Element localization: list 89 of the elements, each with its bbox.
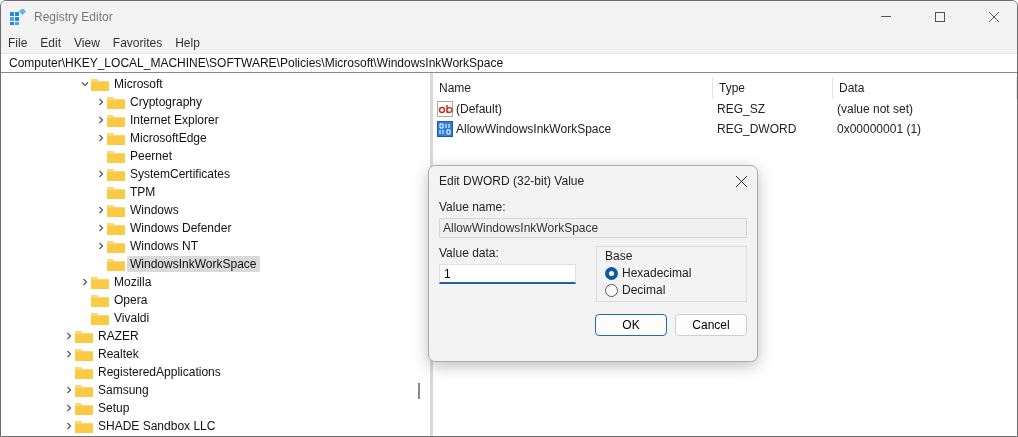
- binary-value-icon: [437, 121, 453, 137]
- radio-button[interactable]: [605, 266, 618, 280]
- close-icon[interactable]: [989, 11, 999, 22]
- address-bar[interactable]: Computer\HKEY_LOCAL_MACHINE\SOFTWARE\Policies\Microsoft\WindowsInkWorkSpace: [1, 53, 1017, 73]
- close-icon[interactable]: [736, 175, 747, 187]
- folder-icon: [107, 185, 125, 199]
- folder-icon: [107, 113, 125, 127]
- chevron-right-icon[interactable]: [65, 332, 73, 340]
- tree-item[interactable]: Windows Defender: [127, 220, 235, 236]
- value-data-field[interactable]: 1: [439, 264, 576, 284]
- menu-item[interactable]: File: [8, 35, 28, 50]
- folder-icon: [91, 275, 109, 289]
- menu-item[interactable]: Favorites: [112, 35, 163, 50]
- column-header[interactable]: Type: [719, 81, 745, 95]
- tree-item[interactable]: TPM: [127, 184, 159, 200]
- radio-label[interactable]: Decimal: [622, 283, 666, 297]
- menu-item[interactable]: View: [74, 35, 100, 50]
- column-header[interactable]: Name: [439, 81, 471, 95]
- group-label: Base: [605, 249, 634, 263]
- tree-item[interactable]: Windows NT: [127, 238, 201, 254]
- dialog-button[interactable]: OK: [595, 314, 667, 336]
- tree-item[interactable]: SystemCertificates: [127, 166, 234, 182]
- scrollbar-thumb[interactable]: [418, 383, 420, 399]
- tree-item[interactable]: Internet Explorer: [127, 112, 222, 128]
- tree-item[interactable]: WindowsInkWorkSpace: [127, 256, 260, 272]
- chevron-right-icon[interactable]: [65, 386, 73, 394]
- chevron-right-icon[interactable]: [97, 98, 105, 106]
- tree-item[interactable]: Vivaldi: [111, 310, 153, 326]
- radio-button[interactable]: [605, 283, 618, 297]
- dialog-button[interactable]: Cancel: [675, 314, 747, 336]
- folder-icon: [91, 293, 109, 307]
- folder-icon: [107, 167, 125, 181]
- chevron-right-icon[interactable]: [81, 278, 89, 286]
- value-type: REG_SZ: [717, 102, 765, 116]
- folder-icon: [91, 77, 109, 91]
- chevron-right-icon[interactable]: [97, 242, 105, 250]
- string-value-icon: [437, 101, 453, 117]
- tree-item[interactable]: Realtek: [95, 346, 142, 362]
- folder-icon: [107, 221, 125, 235]
- value-type: REG_DWORD: [717, 122, 797, 136]
- folder-icon: [91, 311, 109, 325]
- tree-item[interactable]: Peernet: [127, 148, 176, 164]
- tree-item[interactable]: MicrosoftEdge: [127, 130, 210, 146]
- folder-icon: [75, 383, 93, 397]
- tree-item[interactable]: Mozilla: [111, 274, 155, 290]
- chevron-right-icon[interactable]: [97, 224, 105, 232]
- value-data: 0x00000001 (1): [837, 122, 922, 136]
- dialog-title: Edit DWORD (32-bit) Value: [439, 174, 585, 188]
- value-name: (Default): [456, 102, 502, 116]
- value-data: (value not set): [837, 102, 914, 116]
- menu-item[interactable]: Edit: [40, 35, 62, 50]
- folder-icon: [107, 239, 125, 253]
- tree-item[interactable]: RegisteredApplications: [95, 364, 224, 380]
- field-label: Value data:: [439, 246, 500, 260]
- app-icon: [10, 8, 26, 25]
- menu-item[interactable]: Help: [175, 35, 200, 50]
- folder-icon: [75, 365, 93, 379]
- chevron-right-icon[interactable]: [65, 422, 73, 430]
- folder-icon: [107, 257, 125, 271]
- radio-label[interactable]: Hexadecimal: [622, 266, 692, 280]
- tree-item[interactable]: Cryptography: [127, 94, 206, 110]
- tree-item[interactable]: SHADE Sandbox LLC: [95, 418, 219, 434]
- tree-item[interactable]: Opera: [111, 292, 151, 308]
- maximize-icon[interactable]: [935, 11, 945, 22]
- chevron-right-icon[interactable]: [97, 134, 105, 142]
- folder-icon: [75, 419, 93, 433]
- value-name-field: AllowWindowsInkWorkSpace: [439, 218, 747, 238]
- folder-icon: [75, 347, 93, 361]
- tree-item[interactable]: Samsung: [95, 382, 152, 398]
- folder-icon: [107, 203, 125, 217]
- chevron-down-icon[interactable]: [81, 80, 89, 88]
- chevron-right-icon[interactable]: [97, 170, 105, 178]
- chevron-right-icon[interactable]: [97, 206, 105, 214]
- tree-item[interactable]: Microsoft: [111, 76, 166, 92]
- column-header[interactable]: Data: [839, 81, 865, 95]
- chevron-right-icon[interactable]: [97, 116, 105, 124]
- tree-item[interactable]: Windows: [127, 202, 182, 218]
- tree-item[interactable]: RAZER: [95, 328, 142, 344]
- folder-icon: [107, 95, 125, 109]
- folder-icon: [75, 329, 93, 343]
- value-name: AllowWindowsInkWorkSpace: [456, 122, 612, 136]
- window-title: Registry Editor: [34, 9, 114, 24]
- folder-icon: [75, 401, 93, 415]
- chevron-right-icon[interactable]: [65, 404, 73, 412]
- folder-icon: [107, 149, 125, 163]
- folder-icon: [107, 131, 125, 145]
- tree-item[interactable]: Setup: [95, 400, 133, 416]
- field-label: Value name:: [439, 200, 507, 214]
- chevron-right-icon[interactable]: [65, 350, 73, 358]
